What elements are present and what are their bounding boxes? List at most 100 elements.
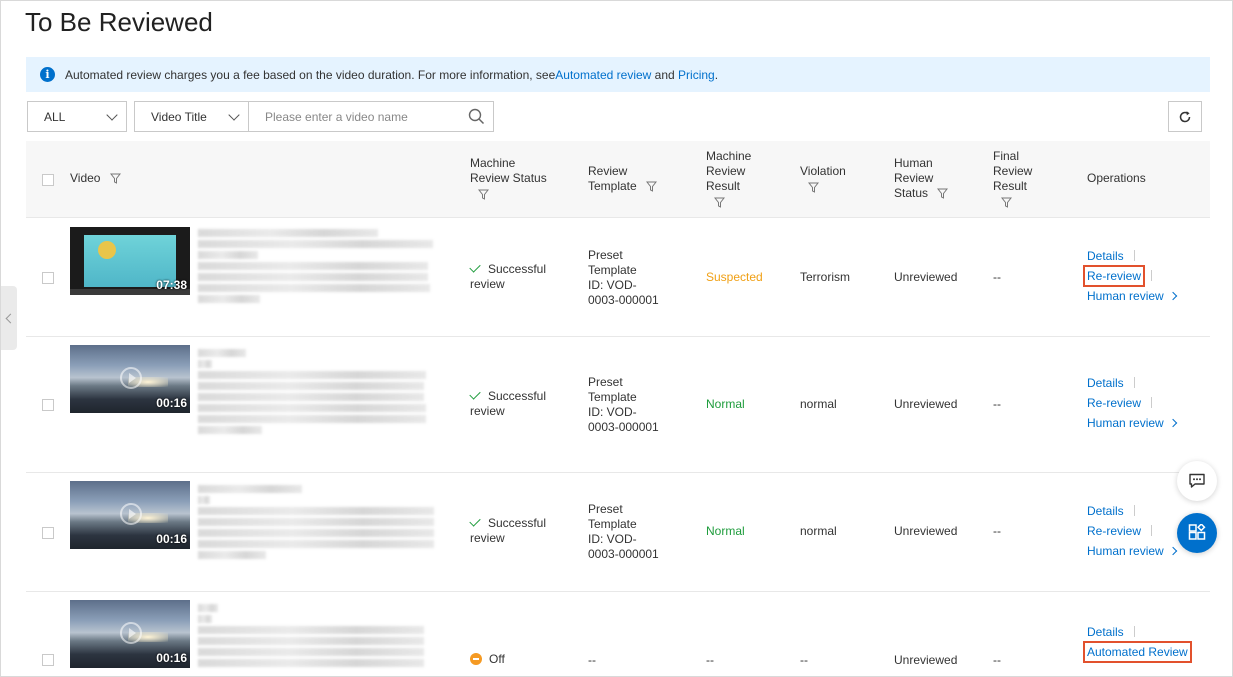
re-review-link[interactable]: Re-review bbox=[1082, 265, 1176, 287]
chevron-right-icon bbox=[1168, 546, 1177, 556]
filter-icon[interactable] bbox=[714, 197, 725, 209]
machine-review-status: Successful review bbox=[469, 261, 546, 292]
col-human-l3: Status bbox=[894, 186, 929, 200]
col-violation-label: Violation bbox=[800, 164, 846, 178]
review-table: Video Machine Review Status Review Templ… bbox=[26, 141, 1210, 677]
col-template: Review Template bbox=[588, 164, 658, 194]
automated-review-link[interactable]: Automated review bbox=[555, 68, 651, 82]
video-duration: 00:16 bbox=[156, 651, 187, 665]
human-review-link[interactable]: Human review bbox=[1087, 286, 1177, 306]
col-machine-status-l1: Machine bbox=[470, 156, 516, 170]
col-final-l2: Review bbox=[993, 164, 1033, 178]
video-thumbnail[interactable]: 00:16 bbox=[70, 345, 190, 413]
template-l2: Template bbox=[588, 517, 637, 531]
chevron-down-icon bbox=[228, 108, 240, 121]
col-machine-result-l2: Review bbox=[706, 164, 746, 178]
operations: Details Automated Review bbox=[1083, 622, 1192, 663]
details-link[interactable]: Details bbox=[1087, 373, 1176, 393]
operations: Details Re-review Human review bbox=[1082, 246, 1177, 306]
col-machine-status: Machine Review Status bbox=[470, 156, 547, 201]
video-thumbnail[interactable]: 07:38 bbox=[70, 227, 190, 295]
col-machine-result: Machine Review Result bbox=[706, 149, 751, 209]
filter-icon[interactable] bbox=[646, 181, 658, 193]
col-human-status: Human Review Status bbox=[894, 156, 949, 201]
re-review-label: Re-review bbox=[1087, 524, 1142, 538]
details-link[interactable]: Details bbox=[1087, 246, 1176, 266]
col-operations: Operations bbox=[1087, 171, 1146, 185]
col-machine-status-l2: Review Status bbox=[470, 171, 547, 185]
search-icon[interactable] bbox=[468, 108, 485, 125]
play-icon bbox=[120, 503, 142, 525]
automated-review-button[interactable]: Automated Review bbox=[1083, 641, 1192, 663]
col-machine-result-l1: Machine bbox=[706, 149, 752, 163]
chat-button[interactable] bbox=[1177, 461, 1217, 501]
template-l4: 0003-000001 bbox=[588, 293, 659, 307]
sidebar-collapse-tab[interactable] bbox=[1, 286, 17, 350]
refresh-button[interactable] bbox=[1168, 101, 1202, 132]
play-icon bbox=[120, 622, 142, 644]
filter-icon[interactable] bbox=[808, 182, 819, 194]
row-checkbox[interactable] bbox=[42, 272, 54, 284]
details-link[interactable]: Details bbox=[1087, 501, 1176, 521]
pricing-link[interactable]: Pricing bbox=[678, 68, 715, 82]
template-l1: Preset bbox=[588, 375, 623, 389]
human-review-label: Human review bbox=[1087, 544, 1164, 558]
refresh-icon bbox=[1179, 110, 1191, 122]
video-thumbnail[interactable]: 00:16 bbox=[70, 481, 190, 549]
table-row: 00:16 Successful review Preset Template … bbox=[26, 337, 1210, 473]
human-review-link[interactable]: Human review bbox=[1087, 413, 1177, 433]
check-icon bbox=[469, 261, 481, 273]
table-row: 00:16 Off -- -- -- Unreviewed -- Details… bbox=[26, 592, 1210, 677]
col-final-l3: Result bbox=[993, 179, 1028, 193]
human-review-label: Human review bbox=[1087, 416, 1164, 430]
video-thumbnail[interactable]: 00:16 bbox=[70, 600, 190, 668]
filter-icon[interactable] bbox=[937, 188, 949, 200]
info-icon: i bbox=[40, 67, 55, 82]
select-all-checkbox[interactable] bbox=[42, 174, 54, 186]
notice-text: Automated review charges you a fee based… bbox=[65, 67, 556, 82]
row-checkbox[interactable] bbox=[42, 399, 54, 411]
status-text-2: review bbox=[470, 277, 505, 291]
machine-review-result: Suspected bbox=[706, 270, 763, 284]
search-input[interactable] bbox=[265, 109, 455, 124]
details-link[interactable]: Details bbox=[1087, 622, 1188, 642]
filter-icon[interactable] bbox=[478, 189, 489, 201]
violation: normal bbox=[800, 524, 837, 538]
col-machine-result-l3: Result bbox=[706, 179, 741, 193]
video-info-blurred bbox=[198, 485, 438, 562]
machine-review-result: Normal bbox=[706, 397, 745, 411]
re-review-link[interactable]: Re-review bbox=[1087, 393, 1176, 413]
apps-button[interactable] bbox=[1177, 513, 1217, 553]
human-review-status: Unreviewed bbox=[894, 524, 958, 538]
template-l4: 0003-000001 bbox=[588, 420, 659, 434]
video-duration: 07:38 bbox=[156, 278, 187, 292]
filter-icon[interactable] bbox=[1001, 197, 1012, 209]
final-review-result: -- bbox=[993, 653, 1001, 667]
template-l2: Template bbox=[588, 263, 637, 277]
template-l1: Preset bbox=[588, 502, 623, 516]
video-info-blurred bbox=[198, 229, 438, 306]
col-template-l2: Template bbox=[588, 179, 637, 193]
machine-review-status: Successful review bbox=[469, 515, 546, 546]
chevron-left-icon bbox=[5, 313, 16, 323]
field-select[interactable]: Video Title bbox=[134, 101, 249, 132]
filter-icon[interactable] bbox=[109, 173, 121, 185]
check-icon bbox=[469, 515, 481, 527]
scope-select[interactable]: ALL bbox=[27, 101, 127, 132]
final-review-result: -- bbox=[993, 270, 1001, 284]
row-checkbox[interactable] bbox=[42, 654, 54, 666]
re-review-link[interactable]: Re-review bbox=[1087, 521, 1176, 541]
scope-select-value: ALL bbox=[44, 109, 66, 124]
re-review-label: Re-review bbox=[1087, 396, 1142, 410]
filter-bar: ALL Video Title bbox=[27, 101, 494, 132]
chevron-right-icon bbox=[1168, 418, 1177, 428]
search-box bbox=[249, 101, 494, 132]
human-review-link[interactable]: Human review bbox=[1087, 541, 1177, 561]
template-l4: 0003-000001 bbox=[588, 547, 659, 561]
col-human-l1: Human bbox=[894, 156, 933, 170]
check-icon bbox=[469, 388, 481, 400]
review-template: -- bbox=[588, 653, 596, 667]
details-label: Details bbox=[1087, 376, 1124, 390]
row-checkbox[interactable] bbox=[42, 527, 54, 539]
status-text: Successful bbox=[488, 389, 547, 403]
